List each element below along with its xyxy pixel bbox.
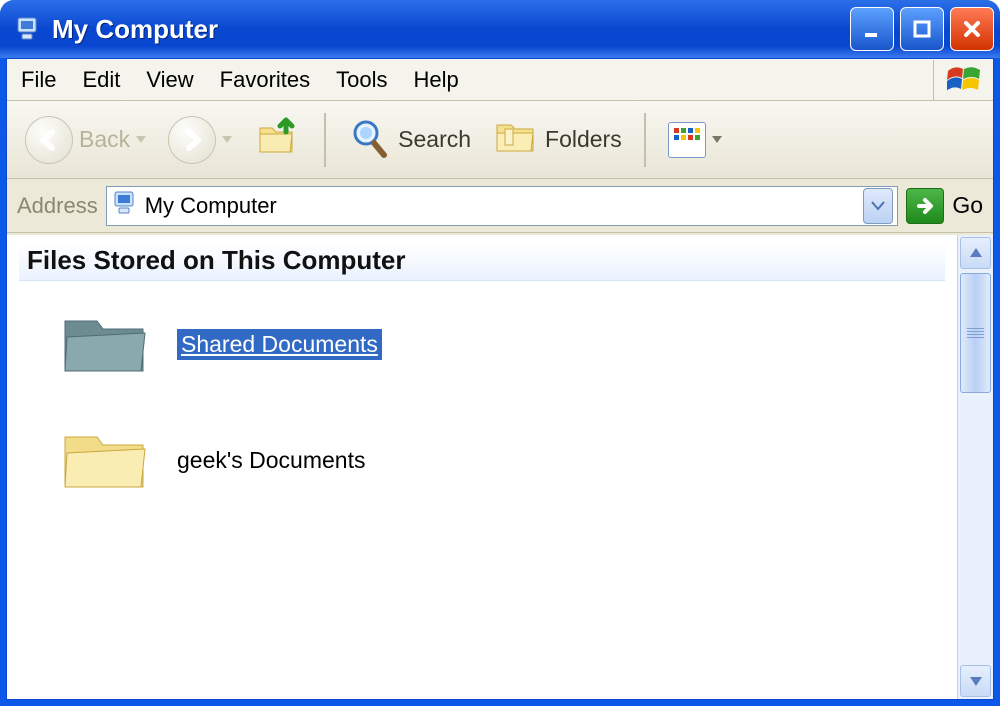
navigation-toolbar: Back [7, 101, 993, 179]
client-area: File Edit View Favorites Tools Help [6, 58, 994, 700]
maximize-button[interactable] [900, 7, 944, 51]
menu-favorites[interactable]: Favorites [220, 67, 310, 93]
window-frame: My Computer File Edit View Favorites Too… [0, 0, 1000, 706]
menu-file[interactable]: File [21, 67, 56, 93]
search-icon [348, 115, 392, 165]
scroll-down-button[interactable] [960, 665, 991, 697]
go-label: Go [952, 192, 983, 219]
address-label: Address [17, 193, 98, 219]
minimize-button[interactable] [850, 7, 894, 51]
address-dropdown-button[interactable] [863, 188, 893, 224]
menu-tools[interactable]: Tools [336, 67, 387, 93]
folder-item-user-documents[interactable]: geek's Documents [59, 425, 929, 495]
scroll-thumb[interactable] [960, 273, 991, 393]
up-button[interactable] [246, 111, 310, 169]
go-arrow-icon [906, 188, 944, 224]
forward-arrow-icon [168, 116, 216, 164]
toolbar-separator-2 [644, 113, 646, 167]
window-controls [850, 7, 994, 51]
folder-icon [59, 425, 153, 495]
toolbar-separator [324, 113, 326, 167]
content-pane[interactable]: Files Stored on This Computer Shared Doc… [7, 235, 957, 699]
computer-icon [111, 189, 139, 223]
back-arrow-icon [25, 116, 73, 164]
back-label: Back [79, 126, 130, 153]
close-button[interactable] [950, 7, 994, 51]
address-field[interactable]: My Computer [106, 186, 899, 226]
back-dropdown-icon[interactable] [136, 136, 146, 143]
forward-button[interactable] [160, 111, 240, 169]
folder-item-shared-documents[interactable]: Shared Documents [59, 309, 929, 379]
address-bar: Address My Computer [7, 179, 993, 233]
folder-up-icon [254, 114, 302, 166]
back-button[interactable]: Back [17, 111, 154, 169]
folders-label: Folders [545, 126, 622, 153]
my-computer-icon [14, 15, 42, 43]
search-button[interactable]: Search [340, 111, 479, 169]
windows-logo-icon [933, 60, 993, 100]
forward-dropdown-icon[interactable] [222, 136, 232, 143]
go-button[interactable]: Go [906, 188, 983, 224]
window-title: My Computer [52, 14, 850, 45]
scroll-up-button[interactable] [960, 237, 991, 269]
folder-label: Shared Documents [177, 329, 382, 360]
search-label: Search [398, 126, 471, 153]
folders-icon [493, 115, 539, 165]
menu-edit[interactable]: Edit [82, 67, 120, 93]
folders-button[interactable]: Folders [485, 111, 630, 169]
views-icon [668, 122, 706, 158]
folder-icon [59, 309, 153, 379]
folder-label: geek's Documents [177, 447, 365, 474]
content-pane-wrap: Files Stored on This Computer Shared Doc… [7, 235, 993, 699]
menu-bar: File Edit View Favorites Tools Help [7, 59, 993, 101]
section-header: Files Stored on This Computer [19, 243, 945, 281]
menu-help[interactable]: Help [414, 67, 459, 93]
menu-view[interactable]: View [146, 67, 193, 93]
title-bar[interactable]: My Computer [0, 0, 1000, 58]
views-button[interactable] [660, 111, 730, 169]
address-value: My Computer [145, 193, 277, 219]
views-dropdown-icon[interactable] [712, 136, 722, 143]
vertical-scrollbar[interactable] [957, 235, 993, 699]
